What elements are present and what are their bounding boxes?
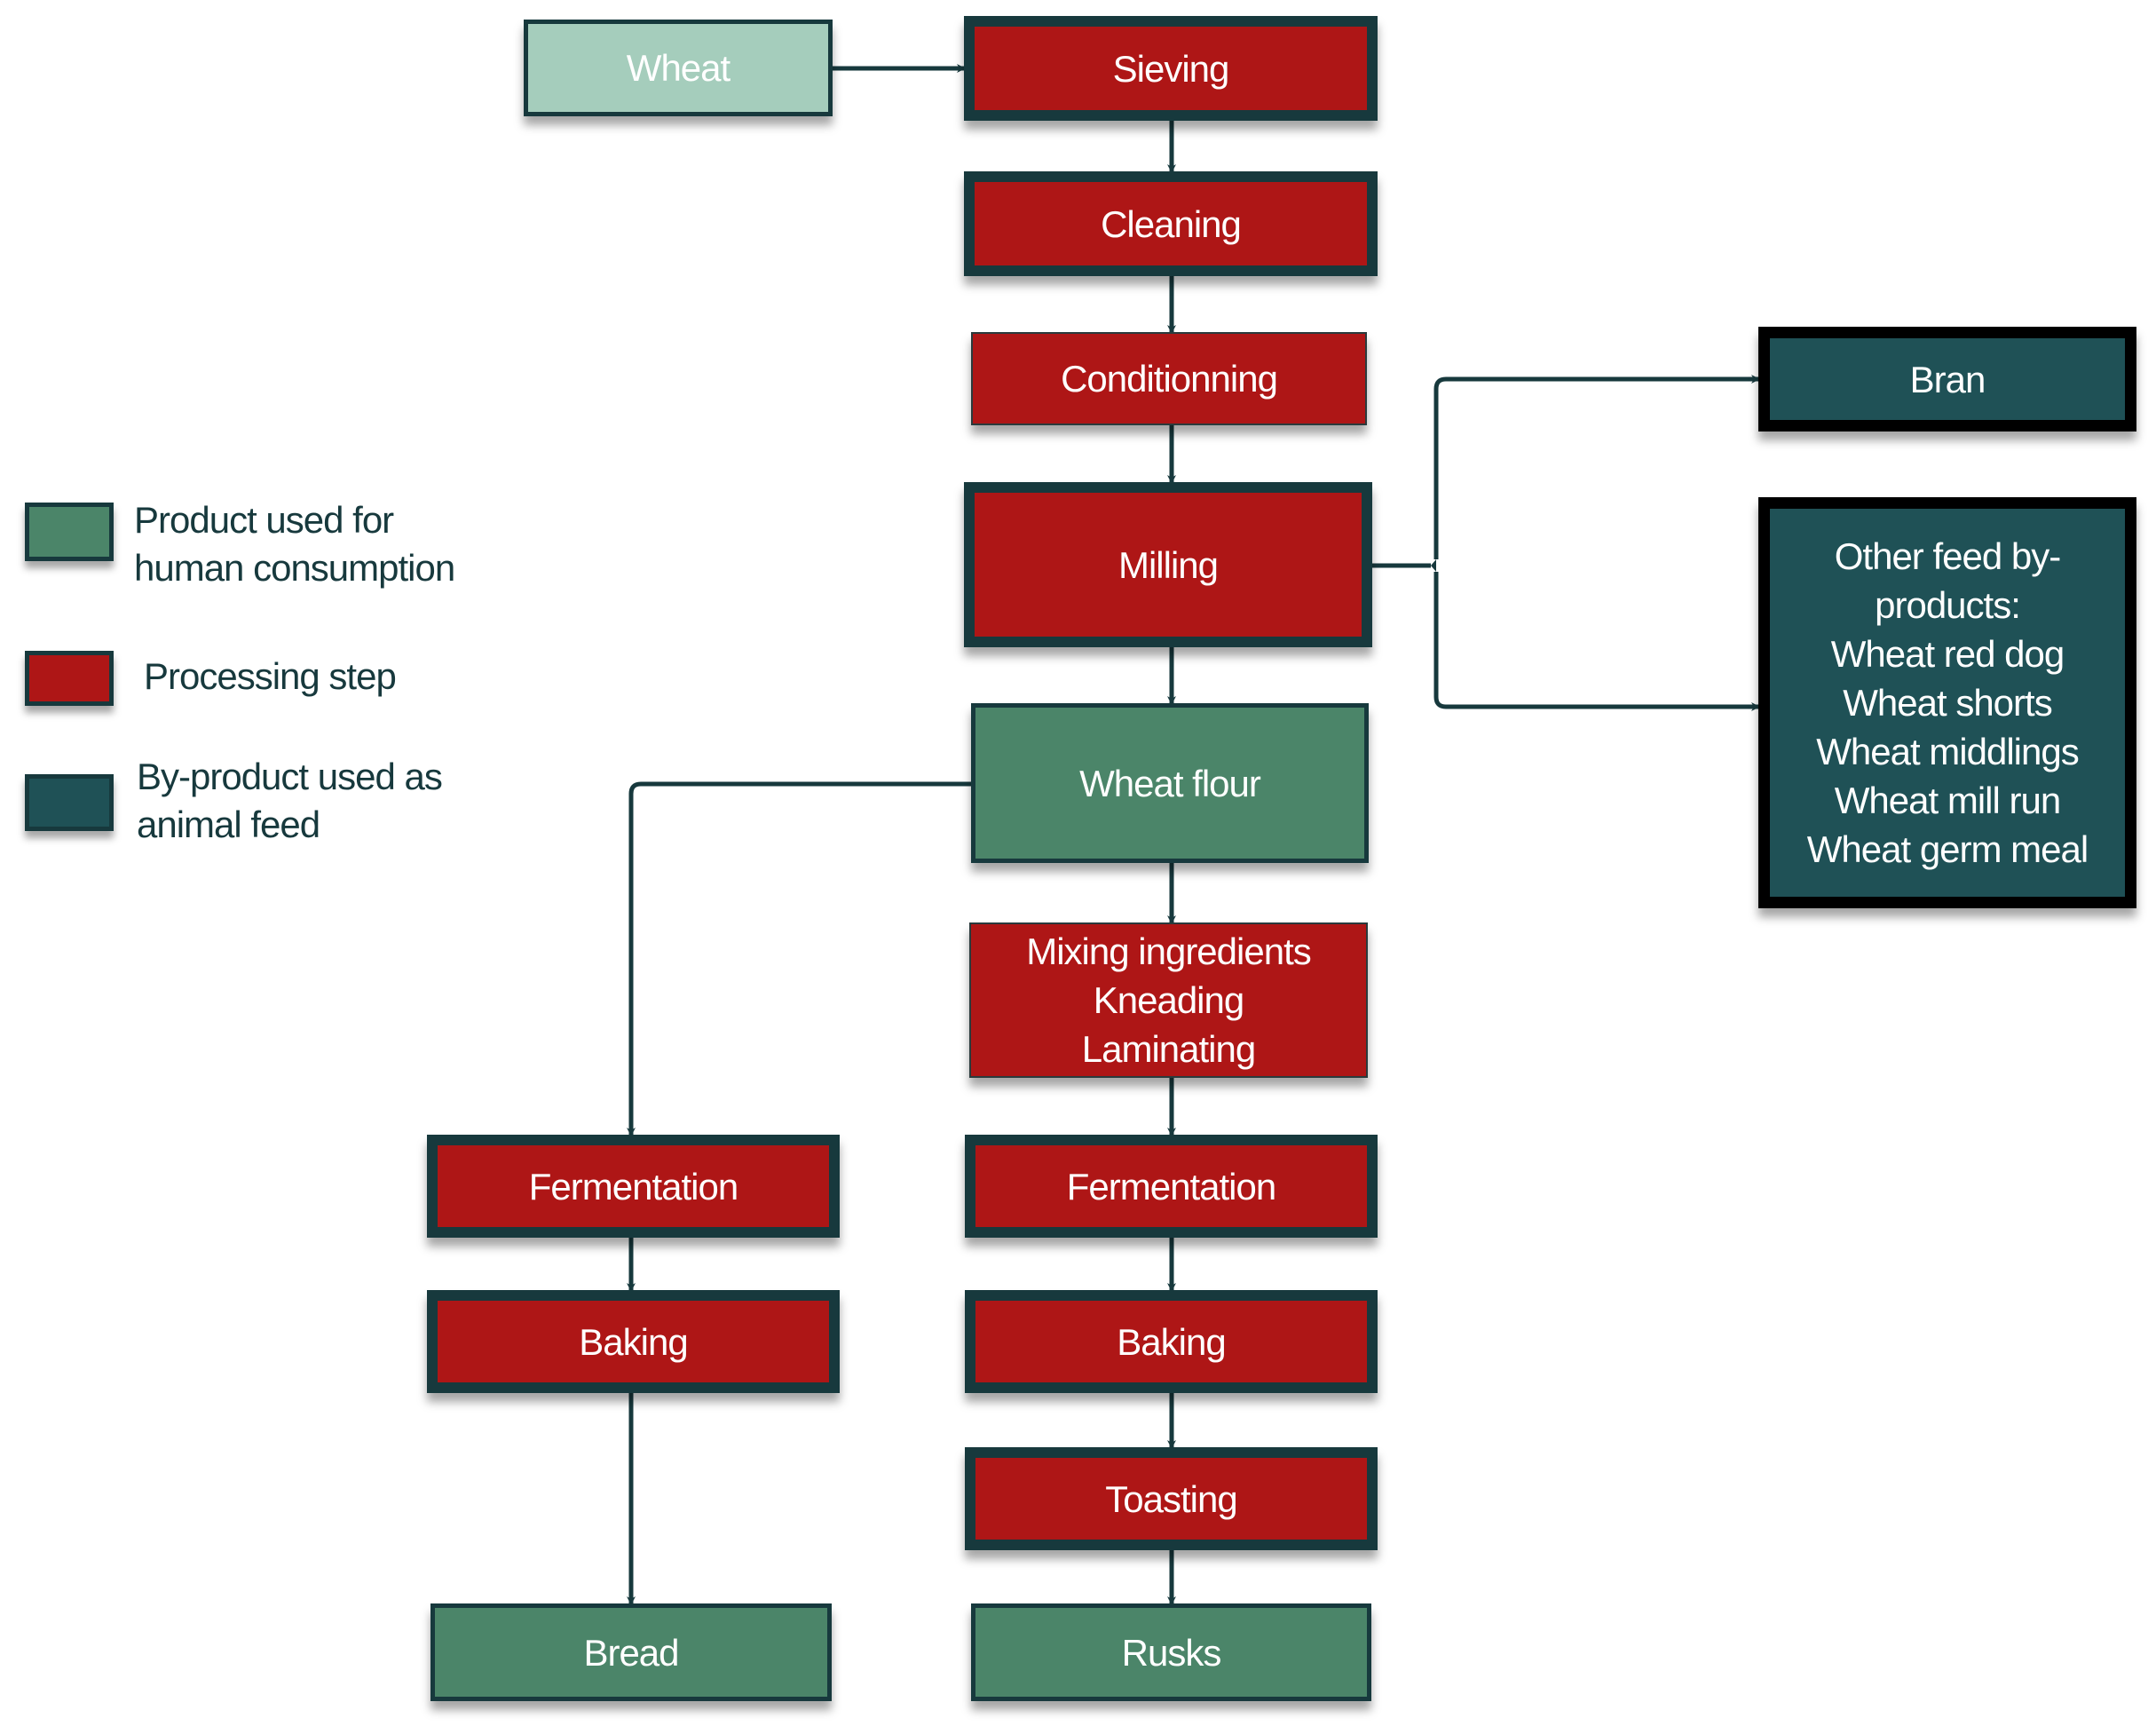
legend-swatch-animal-feed [25, 774, 114, 831]
node-rusks: Rusks [971, 1603, 1371, 1701]
bracket-notch [1431, 559, 1436, 572]
legend-label-animal-feed: By-product used as animal feed [137, 756, 443, 845]
node-fermentation-bread: Fermentation [427, 1135, 840, 1238]
node-fermentation-rusks: Fermentation [965, 1135, 1378, 1238]
node-wheat-flour: Wheat flour [971, 703, 1369, 863]
node-mixing: Mixing ingredients Kneading Laminating [969, 922, 1368, 1078]
node-milling: Milling [964, 482, 1372, 647]
node-baking-rusks: Baking [965, 1290, 1378, 1393]
legend-swatch-human-product [25, 503, 114, 561]
node-bread: Bread [430, 1603, 832, 1701]
legend-label-processing-step: Processing step [144, 655, 397, 697]
legend-swatch-processing-step [25, 651, 114, 706]
node-conditioning: Conditionning [971, 332, 1367, 425]
edge-flour-fermentation-bread [627, 781, 971, 1136]
node-cleaning: Cleaning [964, 171, 1378, 276]
node-other-feed-by-products: Other feed by- products: Wheat red dog W… [1758, 497, 2136, 908]
node-sieving: Sieving [964, 16, 1378, 121]
legend-label-human-product: Product used for human consumption [134, 499, 455, 589]
node-bran: Bran [1758, 327, 2136, 432]
edge-milling-bran [1433, 375, 1760, 559]
edge-milling-other [1433, 572, 1760, 711]
node-toasting: Toasting [965, 1447, 1378, 1550]
node-baking-bread: Baking [427, 1290, 840, 1393]
node-wheat: Wheat [524, 20, 833, 116]
